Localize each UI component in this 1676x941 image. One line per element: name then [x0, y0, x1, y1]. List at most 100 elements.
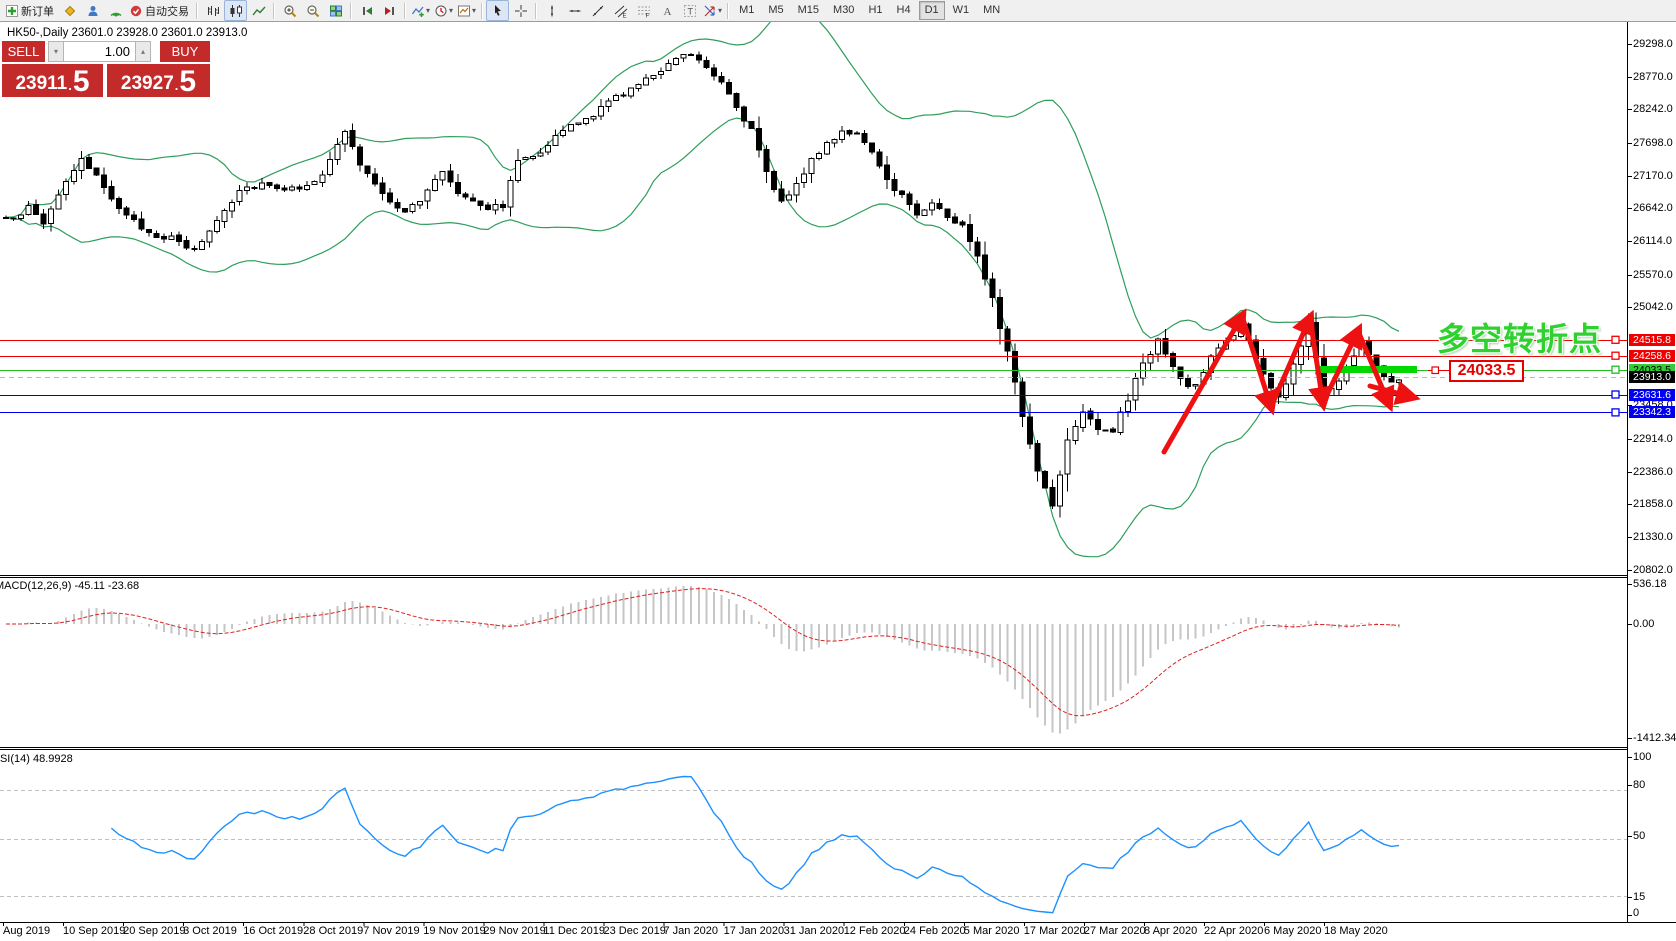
- indicators-button[interactable]: ▾: [409, 0, 432, 21]
- annotation-text: 多空转折点: [1437, 314, 1602, 360]
- person-icon: [86, 4, 100, 18]
- tile-windows-button[interactable]: [324, 0, 347, 21]
- sell-price[interactable]: 23911.5: [2, 64, 103, 97]
- chevron-down-icon[interactable]: ▾: [472, 6, 476, 15]
- hline-icon: [568, 4, 582, 18]
- trend-icon: [591, 4, 605, 18]
- symbol-ohlc-line: HK50-,Daily 23601.0 23928.0 23601.0 2391…: [7, 27, 247, 39]
- buy-price[interactable]: 23927.5: [107, 64, 210, 97]
- toolbar-separator: [535, 3, 537, 19]
- crosshair-icon: [514, 4, 528, 18]
- volume-decrease-button[interactable]: ▾: [48, 41, 64, 62]
- toolbar-separator: [404, 3, 406, 19]
- new-order-button[interactable]: 新订单: [3, 0, 58, 21]
- text-label-button[interactable]: T: [678, 0, 701, 21]
- timeframe-h4-button[interactable]: H4: [891, 1, 917, 20]
- buy-button[interactable]: BUY: [160, 41, 210, 62]
- market-watch-button[interactable]: [81, 0, 104, 21]
- svg-text:A: A: [663, 6, 671, 18]
- arrows-icon: [703, 4, 717, 18]
- chartshift-icon: [383, 4, 397, 18]
- timeframe-m5-button[interactable]: M5: [762, 1, 789, 20]
- textA-icon: A: [660, 4, 674, 18]
- price-level-label: 24033.5: [1449, 360, 1524, 382]
- chevron-up-icon: ▴: [141, 47, 145, 56]
- volume-input[interactable]: 1.00: [64, 41, 135, 62]
- new-order-icon: [5, 4, 19, 18]
- macd-indicator-label: MACD(12,26,9) -45.11 -23.68: [0, 580, 139, 592]
- chart-canvas[interactable]: [0, 0, 1676, 941]
- svg-text:F: F: [645, 13, 649, 18]
- toolbar: 新订单 自动交易 ▾ ▾ ▾ E F A T ▾ M1M5M15M30H1H4D1W1MN: [0, 0, 1676, 22]
- text-button[interactable]: A: [655, 0, 678, 21]
- cursor-button[interactable]: [486, 0, 509, 21]
- autotrade-icon: [129, 4, 143, 18]
- buy-price-main: 23927: [121, 72, 174, 95]
- bar-chart-button[interactable]: [201, 0, 224, 21]
- sell-price-main: 23911: [15, 72, 67, 95]
- templates-button[interactable]: ▾: [455, 0, 478, 21]
- zoom-in-button[interactable]: [278, 0, 301, 21]
- signals-button[interactable]: [104, 0, 127, 21]
- svg-text:T: T: [687, 6, 693, 16]
- timeframe-d1-button[interactable]: D1: [919, 1, 945, 20]
- bars-icon: [206, 4, 220, 18]
- sell-price-frac: 5: [73, 68, 90, 95]
- svg-text:E: E: [622, 13, 626, 18]
- autoscroll-icon: [360, 4, 374, 18]
- toolbar-separator: [481, 3, 483, 19]
- chevron-down-icon[interactable]: ▾: [718, 6, 722, 15]
- toolbar-separator: [273, 3, 275, 19]
- candles-icon: [229, 4, 243, 18]
- vline-icon: [545, 4, 559, 18]
- template-icon: [457, 4, 471, 18]
- toolbar-separator: [350, 3, 352, 19]
- chevron-down-icon[interactable]: ▾: [449, 6, 453, 15]
- clock-icon: [434, 4, 448, 18]
- sell-price-dot: .: [68, 77, 72, 95]
- equidistant-channel-button[interactable]: E: [609, 0, 632, 21]
- candlestick-chart-button[interactable]: [224, 0, 247, 21]
- zoom-out-button[interactable]: [301, 0, 324, 21]
- buy-price-frac: 5: [179, 68, 196, 95]
- channel-icon: E: [614, 4, 628, 18]
- toolbar-separator: [196, 3, 198, 19]
- volume-increase-button[interactable]: ▴: [135, 41, 151, 62]
- fibo-icon: F: [637, 4, 651, 18]
- buy-price-dot: .: [175, 77, 179, 95]
- crosshair-button[interactable]: [509, 0, 532, 21]
- chevron-down-icon: ▾: [54, 47, 58, 56]
- zoom-out-icon: [306, 4, 320, 18]
- sell-button[interactable]: SELL: [2, 41, 45, 62]
- timeframe-w1-button[interactable]: W1: [947, 1, 976, 20]
- chart-shift-button[interactable]: [378, 0, 401, 21]
- chevron-down-icon[interactable]: ▾: [426, 6, 430, 15]
- horizontal-line-button[interactable]: [563, 0, 586, 21]
- auto-scroll-button[interactable]: [355, 0, 378, 21]
- line-chart-button[interactable]: [247, 0, 270, 21]
- timeframe-h1-button[interactable]: H1: [862, 1, 888, 20]
- cursor-icon: [491, 4, 505, 18]
- labelT-icon: T: [683, 4, 697, 18]
- one-click-trading-panel: SELL ▾ 1.00 ▴ BUY 23911.5 23927.5: [2, 41, 210, 97]
- autotrading-button[interactable]: 自动交易: [127, 0, 193, 21]
- fibonacci-button[interactable]: F: [632, 0, 655, 21]
- zoom-in-icon: [283, 4, 297, 18]
- tiles-icon: [329, 4, 343, 18]
- linechart-icon: [252, 4, 266, 18]
- signal-icon: [109, 4, 123, 18]
- periods-button[interactable]: ▾: [432, 0, 455, 21]
- timeframe-m15-button[interactable]: M15: [792, 1, 825, 20]
- timeframe-m1-button[interactable]: M1: [733, 1, 760, 20]
- trendline-button[interactable]: [586, 0, 609, 21]
- vertical-line-button[interactable]: [540, 0, 563, 21]
- new-order-button-label: 新订单: [21, 3, 54, 19]
- rsi-indicator-label: RSI(14) 48.9928: [0, 753, 73, 765]
- timeframe-m30-button[interactable]: M30: [827, 1, 860, 20]
- mql5-community-icon[interactable]: [58, 0, 81, 21]
- arrows-button[interactable]: ▾: [701, 0, 724, 21]
- autotrading-button-label: 自动交易: [145, 3, 189, 19]
- indicators-icon: [411, 4, 425, 18]
- timeframe-mn-button[interactable]: MN: [977, 1, 1006, 20]
- toolbar-separator: [727, 3, 729, 19]
